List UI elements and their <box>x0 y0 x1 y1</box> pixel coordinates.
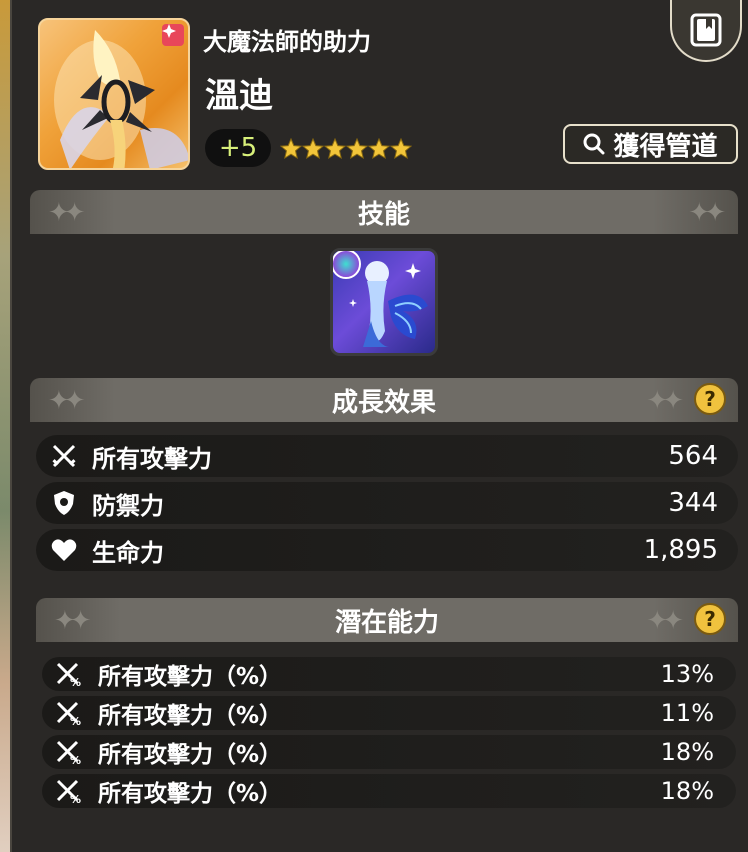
skill-section-title: 技能 <box>357 199 410 230</box>
potential-section-header: ✦✦ 潛在能力 ✦✦ ? <box>36 598 738 642</box>
search-icon <box>583 133 605 155</box>
svg-text:%: % <box>70 676 81 687</box>
decoration-diamond-icon: ✦✦ <box>688 198 725 228</box>
help-icon[interactable]: ? <box>694 603 726 635</box>
star-icon <box>279 137 303 160</box>
heart-icon <box>50 536 78 564</box>
decoration-diamond-icon: ✦✦ <box>646 386 683 416</box>
skill-icon[interactable] <box>330 248 438 356</box>
growth-stat-row: 防禦力 344 <box>36 482 738 524</box>
star-icon <box>301 137 325 160</box>
decoration-diamond-icon: ✦✦ <box>54 606 91 636</box>
item-name: 溫迪 <box>205 76 273 116</box>
star-icon <box>367 137 391 160</box>
stat-label: 防禦力 <box>92 491 164 520</box>
shield-icon <box>50 489 78 517</box>
growth-section-title: 成長效果 <box>331 387 436 418</box>
decoration-diamond-icon: ✦✦ <box>646 606 683 636</box>
stat-value: 344 <box>668 488 718 518</box>
star-rating <box>279 137 413 160</box>
stat-label: 生命力 <box>92 538 164 567</box>
rarity-badge-icon <box>162 24 184 46</box>
potential-row: % 所有攻擊力（%） 11% <box>42 696 736 730</box>
acquire-source-button[interactable]: 獲得管道 <box>563 124 738 164</box>
swords-percent-icon: % <box>54 738 84 766</box>
svg-text:%: % <box>70 793 81 804</box>
star-icon <box>323 137 347 160</box>
potential-label: 所有攻擊力（%） <box>98 742 283 768</box>
decoration-diamond-icon: ✦✦ <box>48 198 85 228</box>
potential-section-title: 潛在能力 <box>334 607 439 638</box>
stat-label: 所有攻擊力 <box>92 444 212 473</box>
acquire-source-label: 獲得管道 <box>613 131 718 162</box>
help-icon[interactable]: ? <box>694 383 726 415</box>
item-portrait <box>38 18 190 170</box>
potential-label: 所有攻擊力（%） <box>98 664 283 690</box>
skill-section-header: ✦✦ 技能 ✦✦ <box>30 190 738 234</box>
potential-value: 18% <box>660 777 714 805</box>
book-icon <box>690 13 722 47</box>
potential-value: 11% <box>660 699 714 727</box>
growth-stat-row: 所有攻擊力 564 <box>36 435 738 477</box>
potential-row: % 所有攻擊力（%） 13% <box>42 657 736 691</box>
skill-type-badge-icon <box>333 251 361 279</box>
stat-value: 1,895 <box>643 535 718 565</box>
potential-value: 18% <box>660 738 714 766</box>
potential-label: 所有攻擊力（%） <box>98 703 283 729</box>
star-icon <box>345 137 369 160</box>
swords-percent-icon: % <box>54 660 84 688</box>
swords-icon <box>50 442 78 470</box>
potential-label: 所有攻擊力（%） <box>98 781 283 807</box>
svg-text:%: % <box>70 715 81 726</box>
enhance-level-badge: +5 <box>205 129 271 167</box>
star-icon <box>389 137 413 160</box>
item-subtitle: 大魔法師的助力 <box>203 28 371 56</box>
svg-text:%: % <box>70 754 81 765</box>
swords-percent-icon: % <box>54 777 84 805</box>
swords-percent-icon: % <box>54 699 84 727</box>
growth-section-header: ✦✦ 成長效果 ✦✦ ? <box>30 378 738 422</box>
decoration-diamond-icon: ✦✦ <box>48 386 85 416</box>
potential-row: % 所有攻擊力（%） 18% <box>42 735 736 769</box>
potential-value: 13% <box>660 660 714 688</box>
growth-stat-row: 生命力 1,895 <box>36 529 738 571</box>
potential-row: % 所有攻擊力（%） 18% <box>42 774 736 808</box>
stat-value: 564 <box>668 441 718 471</box>
